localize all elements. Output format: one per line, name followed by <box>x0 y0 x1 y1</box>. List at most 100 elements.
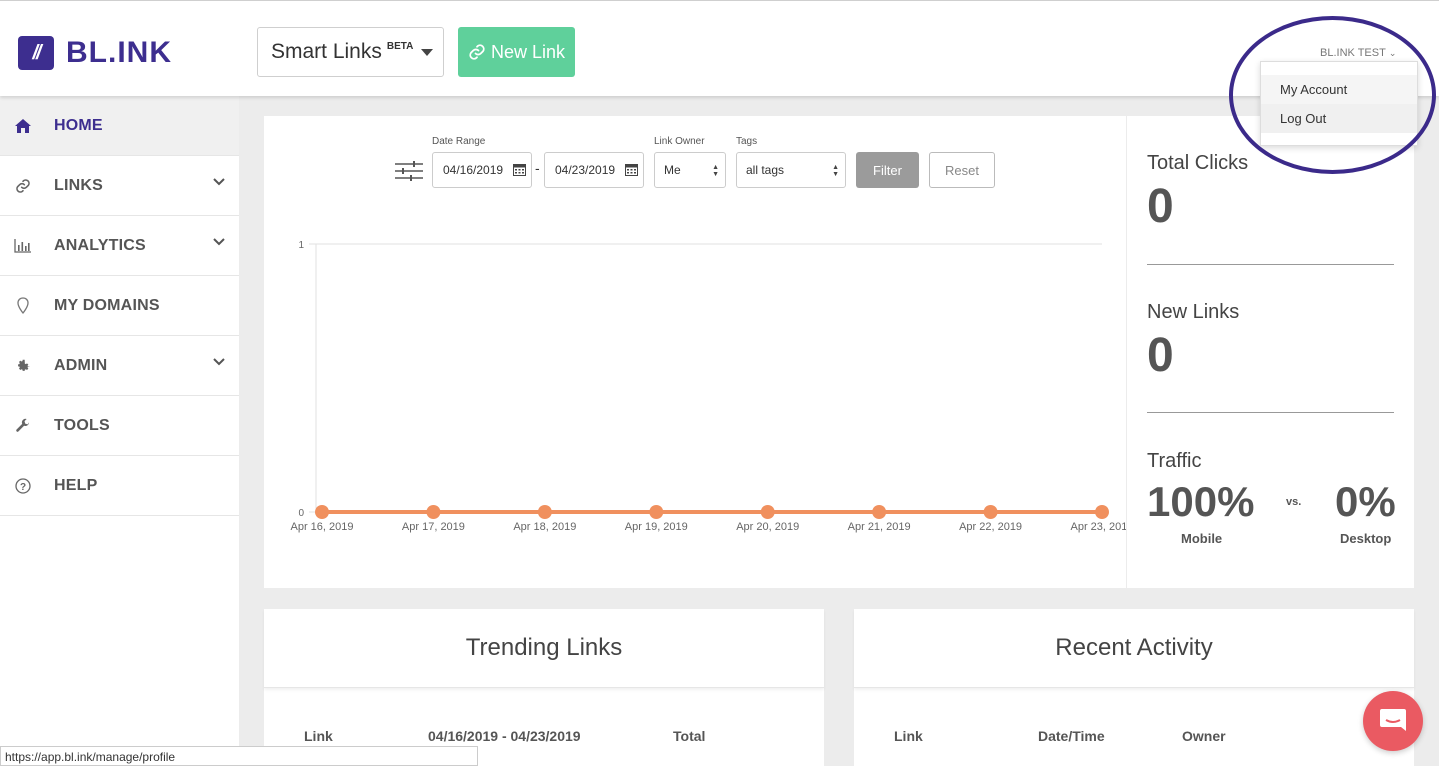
new-link-label: New Link <box>490 41 566 62</box>
data-point <box>872 505 887 519</box>
tags-select[interactable]: all tags ▲ ▼ <box>736 152 846 188</box>
logo-text: BL.INK <box>66 36 172 69</box>
beta-badge: BETA <box>386 40 414 52</box>
gear-icon <box>14 357 32 375</box>
wrench-icon <box>14 417 32 435</box>
tags-value: all tags <box>746 163 785 177</box>
traffic-stat: Traffic <box>1147 450 1201 473</box>
caret-down-icon <box>421 48 434 56</box>
new-links-value: 0 <box>1147 329 1174 382</box>
filter-sliders-icon[interactable] <box>395 160 423 182</box>
user-menu[interactable]: BL.INK TEST ⌄ <box>1320 47 1396 59</box>
chat-launcher-button[interactable] <box>1363 691 1423 751</box>
x-tick-label: Apr 20, 2019 <box>736 521 799 533</box>
x-tick-label: Apr 16, 2019 <box>291 521 354 533</box>
sidebar-item-analytics[interactable]: ANALYTICS <box>0 216 239 276</box>
link-icon <box>14 177 32 195</box>
recent-activity-panel: Recent Activity Link Date/Time Owner <box>854 609 1414 766</box>
user-name: BL.INK TEST <box>1320 47 1386 59</box>
user-dropdown-menu: My Account Log Out <box>1260 61 1418 146</box>
new-links-label: New Links <box>1147 301 1240 323</box>
start-date-value: 04/16/2019 <box>443 163 504 177</box>
end-date-input[interactable]: 04/23/2019 <box>544 152 644 188</box>
x-tick-label: Apr 19, 2019 <box>625 521 688 533</box>
bar-chart-icon <box>14 237 32 255</box>
logo-mark-icon: // <box>18 36 54 70</box>
menu-item-log-out[interactable]: Log Out <box>1261 104 1417 133</box>
stat-divider <box>1147 264 1394 265</box>
sidebar-item-home[interactable]: HOME <box>0 96 239 156</box>
stat-divider <box>1147 412 1394 413</box>
column-header-owner: Owner <box>1182 728 1226 744</box>
top-bar: // BL.INK Smart Links BETA New Link BL.I… <box>0 0 1439 96</box>
clicks-line-chart: 1 0 Apr 16, 2019 Apr 17, 2019 Apr 18, 2019 Ap… <box>291 240 1127 533</box>
sidebar-item-label: MY DOMAINS <box>54 296 160 314</box>
link-owner-label: Link Owner <box>654 136 705 147</box>
menu-item-my-account[interactable]: My Account <box>1261 75 1417 104</box>
column-header-link: Link <box>304 728 333 744</box>
x-tick-label: Apr 21, 2019 <box>848 521 911 533</box>
start-date-input[interactable]: 04/16/2019 <box>432 152 532 188</box>
chat-icon <box>1380 709 1406 731</box>
sidebar-item-label: ADMIN <box>54 356 108 374</box>
chevron-down-icon: ⌄ <box>1388 47 1397 58</box>
sidebar-item-label: ANALYTICS <box>54 236 146 254</box>
sidebar-item-label: LINKS <box>54 176 103 194</box>
calendar-icon <box>513 164 526 176</box>
desktop-percentage: 0% <box>1335 478 1396 525</box>
column-header-date-range: 04/16/2019 - 04/23/2019 <box>428 728 581 744</box>
x-tick-label: Apr 23, 2019 <box>1071 521 1127 533</box>
sidebar-item-label: HOME <box>54 116 103 134</box>
chevron-down-icon <box>213 238 225 246</box>
recent-activity-title: Recent Activity <box>854 609 1414 688</box>
data-point <box>537 505 552 519</box>
chevron-down-icon <box>213 358 225 366</box>
chevron-down-icon <box>213 178 225 186</box>
total-clicks-label: Total Clicks <box>1147 152 1249 174</box>
mobile-percentage: 100% <box>1147 478 1255 525</box>
question-icon: ? <box>14 477 32 495</box>
select-arrows-icon: ▲ ▼ <box>712 164 719 178</box>
link-owner-select[interactable]: Me ▲ ▼ <box>654 152 726 188</box>
map-pin-icon <box>14 297 32 315</box>
desktop-label: Desktop <box>1340 531 1392 546</box>
trending-links-title: Trending Links <box>264 609 824 688</box>
total-clicks-value: 0 <box>1147 180 1174 233</box>
sidebar-item-links[interactable]: LINKS <box>0 156 239 216</box>
versus-label: vs. <box>1286 496 1302 508</box>
sidebar-item-help[interactable]: ? HELP <box>0 456 239 516</box>
mobile-label: Mobile <box>1181 531 1223 546</box>
column-header-date-time: Date/Time <box>1038 728 1105 744</box>
total-clicks-stat: Total Clicks 0 <box>1147 152 1248 234</box>
x-tick-label: Apr 22, 2019 <box>959 521 1022 533</box>
brand-logo[interactable]: // BL.INK <box>18 36 172 70</box>
data-point <box>649 505 664 519</box>
select-arrows-icon: ▲ ▼ <box>832 164 839 178</box>
sidebar-item-my-domains[interactable]: MY DOMAINS <box>0 276 239 336</box>
svg-text:?: ? <box>20 482 26 493</box>
filter-button[interactable]: Filter <box>856 152 919 188</box>
new-link-button[interactable]: New Link <box>458 27 575 77</box>
data-point <box>315 505 329 519</box>
analytics-chart-card: Date Range 04/16/2019 - 04/23/2019 Link … <box>264 116 1126 588</box>
status-bar-url: https://app.bl.ink/manage/profile <box>0 746 478 766</box>
sidebar-item-admin[interactable]: ADMIN <box>0 336 239 396</box>
stats-card: Total Clicks 0 New Links 0 Traffic 100% … <box>1127 116 1414 588</box>
data-point <box>426 505 441 519</box>
x-tick-label: Apr 17, 2019 <box>402 521 465 533</box>
y-tick-label: 1 <box>298 240 304 251</box>
calendar-icon <box>625 164 638 176</box>
link-icon <box>469 44 485 60</box>
column-header-total: Total <box>673 728 706 744</box>
reset-button[interactable]: Reset <box>929 152 995 188</box>
date-range-label: Date Range <box>432 136 486 147</box>
sidebar-item-tools[interactable]: TOOLS <box>0 396 239 456</box>
data-point <box>983 505 998 519</box>
new-links-stat: New Links 0 <box>1147 301 1239 383</box>
sidebar-item-label: HELP <box>54 476 98 494</box>
data-point <box>1095 505 1109 519</box>
product-switcher[interactable]: Smart Links BETA <box>257 27 444 77</box>
tags-label: Tags <box>736 136 758 147</box>
sidebar-item-label: TOOLS <box>54 416 110 434</box>
date-separator: - <box>535 160 540 176</box>
